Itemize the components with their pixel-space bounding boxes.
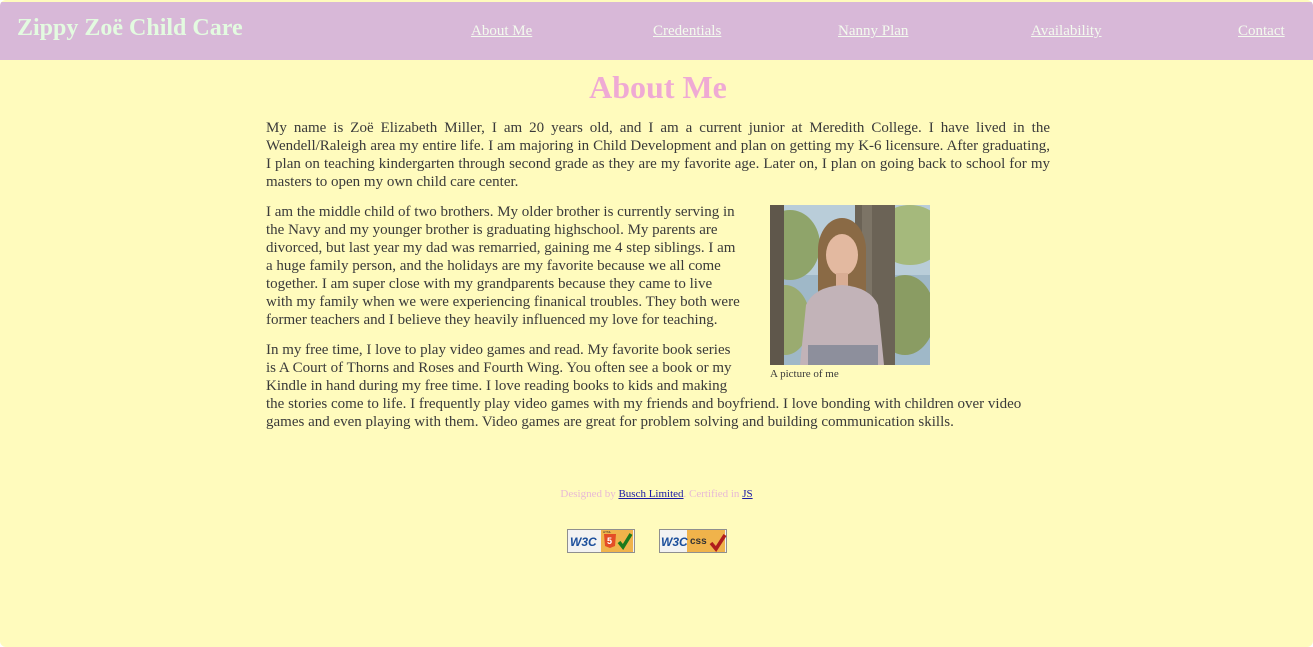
html-badge-w3c: W3C (570, 535, 597, 549)
family-paragraph: I am the middle child of two brothers. M… (266, 204, 740, 328)
intro-paragraph: My name is Zoë Elizabeth Miller, I am 20… (266, 120, 1050, 190)
html-badge-label: HTML (603, 530, 611, 534)
designer-link[interactable]: Busch Limited (618, 488, 683, 500)
nav-availability[interactable]: Availability (1031, 23, 1102, 40)
site-header: Zippy Zoë Child Care About Me Credential… (0, 2, 1313, 60)
css-badge-w3c: W3C (661, 535, 688, 549)
svg-text:5: 5 (607, 536, 612, 546)
footer-designed-by: Designed by (560, 488, 616, 500)
hobbies-paragraph: In my free time, I love to play video ga… (266, 342, 1022, 430)
nav-nanny-plan[interactable]: Nanny Plan (838, 23, 908, 40)
main-content: About Me My name is Zoë Elizabeth Miller… (266, 60, 1050, 431)
profile-photo (770, 205, 930, 365)
w3c-css-badge[interactable]: W3C css (659, 529, 727, 553)
site-title[interactable]: Zippy Zoë Child Care (17, 15, 243, 42)
photo-figure: A picture of me (770, 205, 930, 380)
nav-about-me[interactable]: About Me (471, 23, 532, 40)
footer-certified-in: . Certified in (683, 488, 740, 500)
photo-caption: A picture of me (770, 368, 839, 380)
page: Zippy Zoë Child Care About Me Credential… (0, 0, 1313, 647)
w3c-html5-badge[interactable]: W3C HTML 5 (567, 529, 635, 553)
nav-credentials[interactable]: Credentials (653, 23, 721, 40)
nav-contact[interactable]: Contact (1238, 23, 1285, 40)
page-title: About Me (589, 69, 727, 105)
site-footer: Designed by Busch Limited. Certified in … (0, 488, 1313, 500)
cert-link[interactable]: JS (742, 488, 752, 500)
css-badge-label: css (690, 536, 707, 547)
